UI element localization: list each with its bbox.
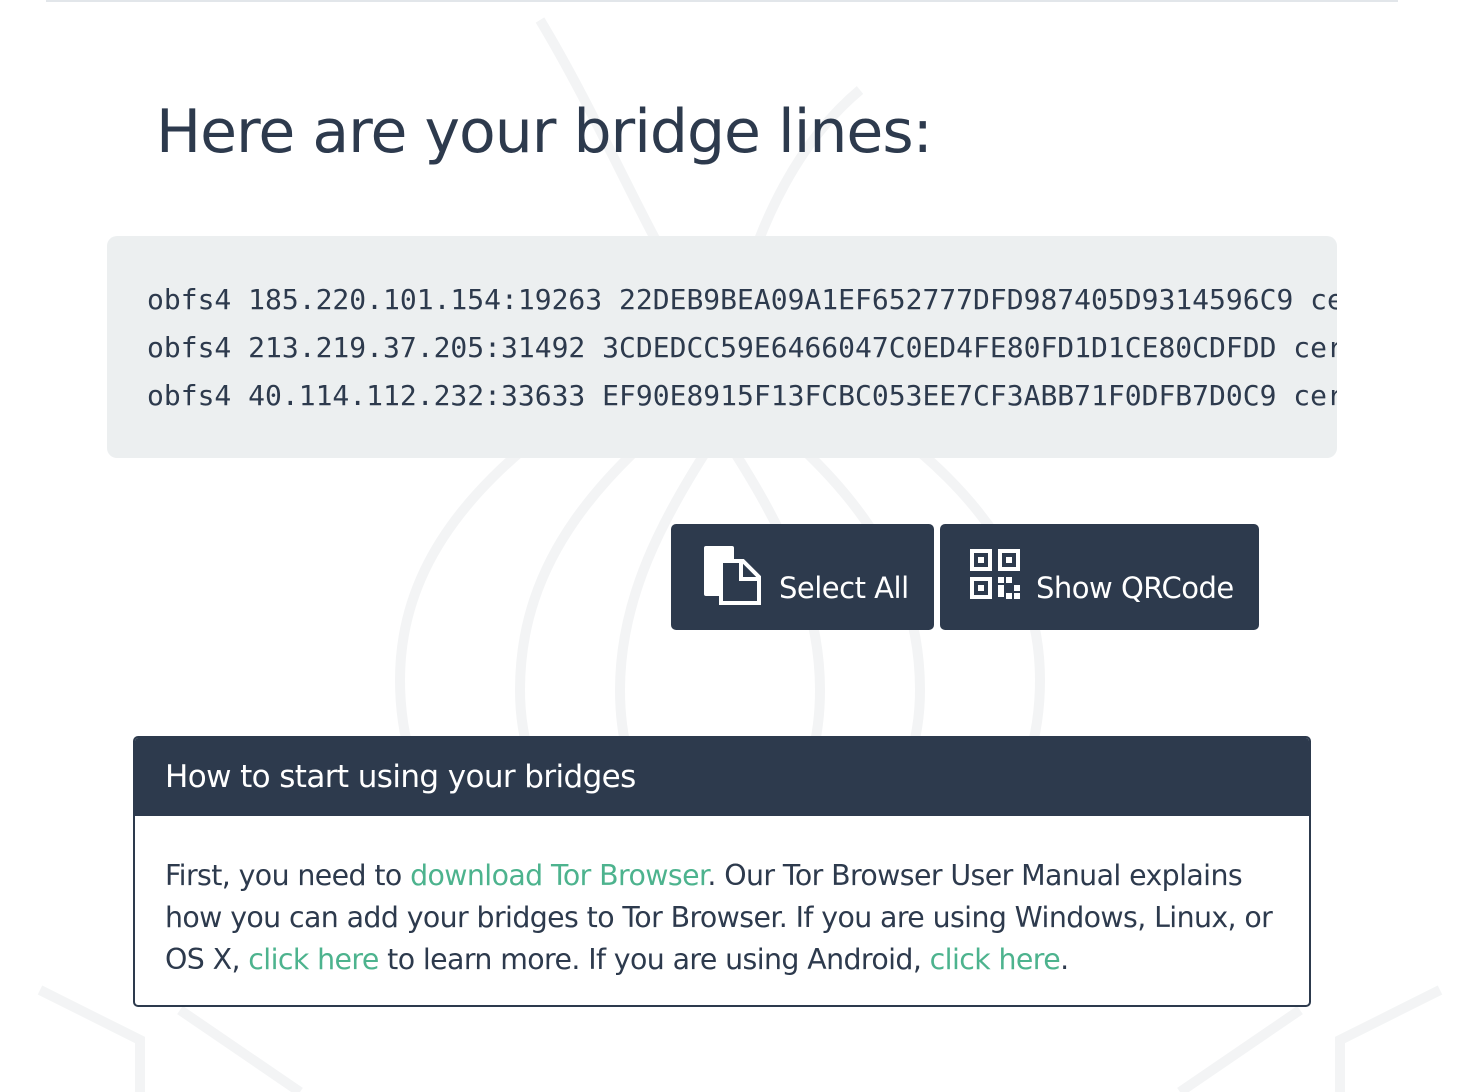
howto-panel: How to start using your bridges First, y… bbox=[133, 736, 1311, 1007]
qrcode-icon bbox=[970, 549, 1020, 599]
howto-text: . bbox=[1060, 943, 1069, 976]
bridge-line[interactable]: obfs4 185.220.101.154:19263 22DEB9BEA09A… bbox=[147, 276, 1337, 324]
howto-header: How to start using your bridges bbox=[135, 738, 1309, 816]
select-all-label: Select All bbox=[779, 571, 909, 605]
show-qrcode-label: Show QRCode bbox=[1036, 571, 1234, 605]
click-here-desktop-link[interactable]: click here bbox=[248, 943, 379, 976]
howto-body: First, you need to download Tor Browser.… bbox=[135, 816, 1309, 981]
download-tor-browser-link[interactable]: download Tor Browser bbox=[410, 859, 708, 892]
page-title: Here are your bridge lines: bbox=[156, 97, 933, 167]
bridge-lines-box[interactable]: obfs4 185.220.101.154:19263 22DEB9BEA09A… bbox=[107, 236, 1337, 458]
bridge-line[interactable]: obfs4 213.219.37.205:31492 3CDEDCC59E646… bbox=[147, 324, 1337, 372]
top-divider bbox=[46, 0, 1398, 2]
howto-title: How to start using your bridges bbox=[165, 759, 636, 795]
show-qrcode-button[interactable]: Show QRCode bbox=[940, 524, 1259, 630]
click-here-android-link[interactable]: click here bbox=[930, 943, 1061, 976]
bridge-lines-list[interactable]: obfs4 185.220.101.154:19263 22DEB9BEA09A… bbox=[147, 276, 1337, 420]
howto-text: to learn more. If you are using Android, bbox=[378, 943, 930, 976]
copy-document-icon bbox=[701, 543, 763, 605]
howto-text: First, you need to bbox=[165, 859, 411, 892]
bridge-line[interactable]: obfs4 40.114.112.232:33633 EF90E8915F13F… bbox=[147, 372, 1337, 420]
select-all-button[interactable]: Select All bbox=[671, 524, 934, 630]
